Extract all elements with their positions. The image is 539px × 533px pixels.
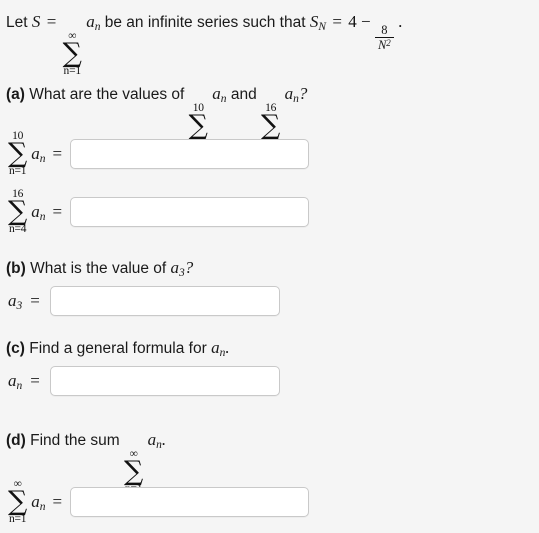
answer-equals: = xyxy=(30,291,40,310)
part-b-label: (b) xyxy=(6,260,26,277)
statement-SN-symbol: SN xyxy=(309,12,326,33)
answer-term: an xyxy=(31,201,46,223)
part-a-answer-input-1[interactable] xyxy=(70,139,310,170)
problem-page: Let S = ∞ ∑ n=1 an be an infinite series… xyxy=(0,0,539,533)
statement-summation: ∞ ∑ n=1 xyxy=(62,30,82,77)
statement-value: 4 xyxy=(348,12,357,31)
part-c-answer-input[interactable] xyxy=(49,366,280,396)
part-d-term: an. xyxy=(147,430,167,451)
part-b-answer-input[interactable] xyxy=(49,286,280,316)
part-c-answer-row: an = xyxy=(8,366,280,396)
answer-equals: = xyxy=(52,144,63,164)
sigma-icon: ∑ xyxy=(8,137,28,169)
part-c-label: (c) xyxy=(6,340,25,357)
statement-minus: − xyxy=(361,12,371,31)
statement-period: . xyxy=(398,12,403,31)
answer-summation: ∞ ∑ n=1 xyxy=(8,478,28,525)
sigma-icon: ∑ xyxy=(62,37,82,69)
part-c-text-before: Find a general formula for xyxy=(29,340,207,357)
sigma-icon: ∑ xyxy=(8,485,28,517)
answer-summation: 10 ∑ n=1 xyxy=(8,130,28,177)
answer-equals: = xyxy=(52,202,63,222)
part-a-answer-2-lhs: 16 ∑ n=4 an = xyxy=(8,188,64,235)
part-d-text-before: Find the sum xyxy=(30,432,120,449)
part-a-answer-1-lhs: 10 ∑ n=1 an = xyxy=(8,130,64,177)
problem-statement: Let S = ∞ ∑ n=1 an be an infinite series… xyxy=(6,12,402,77)
statement-term: an xyxy=(86,12,101,33)
answer-summation: 16 ∑ n=4 xyxy=(8,188,28,235)
part-a-answer-row-2: 16 ∑ n=4 an = xyxy=(8,188,310,235)
statement-fraction: 8 N2 xyxy=(374,23,394,52)
statement-equals-2: = xyxy=(332,12,342,31)
part-a-text-before: What are the values of xyxy=(29,86,185,103)
answer-variable: a3 xyxy=(8,290,23,312)
summation-lower-limit: n=1 xyxy=(8,512,27,525)
part-a-text-middle: and xyxy=(230,86,257,103)
part-c-variable: an. xyxy=(211,338,230,359)
part-d-answer-lhs: ∞ ∑ n=1 an = xyxy=(8,478,64,525)
summation-lower-limit: n=1 xyxy=(8,164,27,177)
statement-equals: = xyxy=(46,12,57,31)
answer-term: an xyxy=(31,491,46,513)
part-b-variable: a3? xyxy=(170,258,194,279)
part-a-label: (a) xyxy=(6,86,25,103)
part-b-answer-lhs: a3 = xyxy=(8,291,42,312)
statement-middle-text: be an infinite series such that xyxy=(104,14,306,31)
part-a-term-2: an? xyxy=(284,84,308,105)
fraction-denominator: N2 xyxy=(374,37,394,52)
part-b-answer-row: a3 = xyxy=(8,286,280,316)
part-a-answer-row-1: 10 ∑ n=1 an = xyxy=(8,130,310,177)
answer-equals: = xyxy=(30,371,40,390)
statement-S-symbol: S xyxy=(31,12,41,31)
sigma-icon: ∑ xyxy=(8,195,28,227)
part-d-label: (d) xyxy=(6,432,26,449)
answer-equals: = xyxy=(52,492,63,512)
part-d-answer-input[interactable] xyxy=(70,487,310,518)
part-a-answer-input-2[interactable] xyxy=(70,197,310,228)
fraction-numerator: 8 xyxy=(381,23,388,37)
answer-variable: an xyxy=(8,370,23,392)
part-b-text-before: What is the value of xyxy=(30,260,167,277)
part-d-answer-row: ∞ ∑ n=1 an = xyxy=(8,478,310,525)
summation-lower-limit: n=4 xyxy=(8,222,27,235)
part-a-term-1: an xyxy=(212,84,227,105)
summation-lower-limit: n=1 xyxy=(63,64,82,77)
part-c-question: (c) Find a general formula for an. xyxy=(6,338,230,359)
part-c-answer-lhs: an = xyxy=(8,371,42,392)
part-b-question: (b) What is the value of a3? xyxy=(6,258,193,279)
answer-term: an xyxy=(31,143,46,165)
statement-lead: Let xyxy=(6,14,28,31)
